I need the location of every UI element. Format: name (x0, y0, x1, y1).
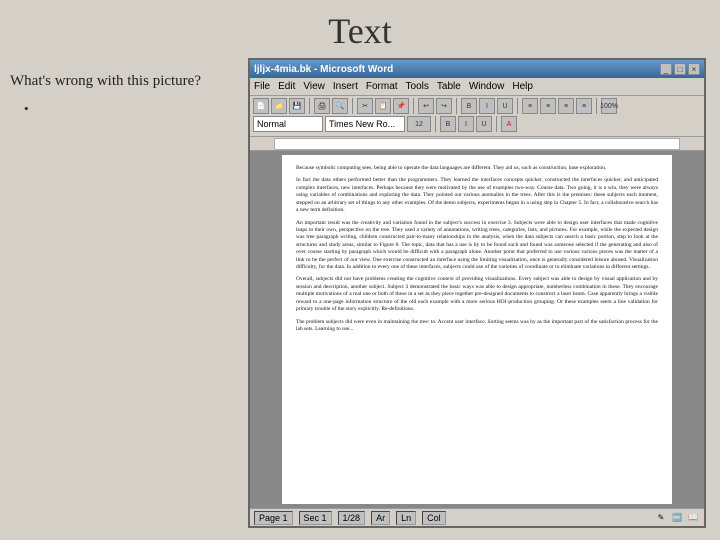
cut-icon[interactable]: ✂ (357, 98, 373, 114)
menu-edit[interactable]: Edit (278, 81, 295, 92)
left-panel: What's wrong with this picture? • (10, 70, 240, 118)
menu-window[interactable]: Window (469, 81, 505, 92)
paragraph-2: In fact the data others performed better… (296, 177, 658, 214)
status-bar: Page 1 Sec 1 1/28 Ar Ln Col ✎ 🔤 📖 (250, 508, 704, 526)
align-center-icon[interactable]: ≡ (540, 98, 556, 114)
status-count: 1/28 (338, 511, 366, 525)
bullet-point: • (24, 99, 240, 119)
font-size-icon[interactable]: 12 (407, 116, 431, 132)
style-dropdown[interactable]: Normal (253, 116, 323, 132)
toolbar-row-1: 📄 📁 💾 🖨 🔍 ✂ 📋 📌 ↩ ↪ B I U ≡ ≡ ≡ ≡ 100% (253, 98, 701, 114)
menu-table[interactable]: Table (437, 81, 461, 92)
font-color-icon[interactable]: A (501, 116, 517, 132)
status-icon-2: 🔤 (670, 511, 684, 525)
separator-5 (517, 98, 518, 114)
menu-view[interactable]: View (303, 81, 325, 92)
toolbar-area: 📄 📁 💾 🖨 🔍 ✂ 📋 📌 ↩ ↪ B I U ≡ ≡ ≡ ≡ 100% (250, 96, 704, 137)
zoom-icon[interactable]: 100% (601, 98, 617, 114)
document-text: Because symbolic computing sees, being a… (296, 165, 658, 338)
undo-icon[interactable]: ↩ (418, 98, 434, 114)
justify-icon[interactable]: ≡ (576, 98, 592, 114)
menu-help[interactable]: Help (512, 81, 533, 92)
status-ln: Ln (396, 511, 416, 525)
title-bar: ljljx-4mia.bk - Microsoft Word _ □ × (250, 60, 704, 78)
menu-format[interactable]: Format (366, 81, 398, 92)
font-dropdown[interactable]: Times New Ro... (325, 116, 405, 132)
question-text: What's wrong with this picture? (10, 70, 240, 93)
ruler-inner (274, 138, 680, 150)
print-icon[interactable]: 🖨 (314, 98, 330, 114)
paragraph-3: An important result was the creativity a… (296, 220, 658, 272)
minimize-button[interactable]: _ (660, 63, 672, 75)
page-title: Text (0, 0, 720, 58)
toolbar-row-2: Normal Times New Ro... 12 B I U A (253, 116, 701, 132)
menu-insert[interactable]: Insert (333, 81, 358, 92)
document-page: Because symbolic computing sees, being a… (282, 155, 672, 504)
separator-7 (435, 116, 436, 132)
title-bar-buttons: _ □ × (660, 63, 700, 75)
status-col: Col (422, 511, 446, 525)
status-icon-1: ✎ (654, 511, 668, 525)
open-icon[interactable]: 📁 (271, 98, 287, 114)
menu-bar: File Edit View Insert Format Tools Table… (250, 78, 704, 96)
status-icon-3: 📖 (686, 511, 700, 525)
redo-icon[interactable]: ↪ (436, 98, 452, 114)
status-sec: Sec 1 (299, 511, 332, 525)
separator-1 (309, 98, 310, 114)
status-page: Page 1 (254, 511, 293, 525)
new-icon[interactable]: 📄 (253, 98, 269, 114)
title-bar-text: ljljx-4mia.bk - Microsoft Word (254, 64, 393, 75)
preview-icon[interactable]: 🔍 (332, 98, 348, 114)
paste-icon[interactable]: 📌 (393, 98, 409, 114)
status-icons: ✎ 🔤 📖 (654, 511, 700, 525)
separator-8 (496, 116, 497, 132)
separator-4 (456, 98, 457, 114)
copy-icon[interactable]: 📋 (375, 98, 391, 114)
bold-btn[interactable]: B (440, 116, 456, 132)
maximize-button[interactable]: □ (674, 63, 686, 75)
italic-btn[interactable]: I (458, 116, 474, 132)
underline-btn[interactable]: U (476, 116, 492, 132)
paragraph-4: Overall, subjects did not have problems … (296, 276, 658, 313)
ruler (250, 137, 704, 151)
underline-icon[interactable]: U (497, 98, 513, 114)
status-at: Ar (371, 511, 390, 525)
word-window: ljljx-4mia.bk - Microsoft Word _ □ × Fil… (248, 58, 706, 528)
align-left-icon[interactable]: ≡ (522, 98, 538, 114)
separator-6 (596, 98, 597, 114)
paragraph-5: The problem subjects did were even in ma… (296, 319, 658, 334)
paragraph-1: Because symbolic computing sees, being a… (296, 165, 658, 172)
menu-file[interactable]: File (254, 81, 270, 92)
align-right-icon[interactable]: ≡ (558, 98, 574, 114)
document-area[interactable]: Because symbolic computing sees, being a… (250, 151, 704, 508)
separator-2 (352, 98, 353, 114)
save-icon[interactable]: 💾 (289, 98, 305, 114)
menu-tools[interactable]: Tools (406, 81, 429, 92)
separator-3 (413, 98, 414, 114)
italic-icon[interactable]: I (479, 98, 495, 114)
bold-icon[interactable]: B (461, 98, 477, 114)
close-button[interactable]: × (688, 63, 700, 75)
